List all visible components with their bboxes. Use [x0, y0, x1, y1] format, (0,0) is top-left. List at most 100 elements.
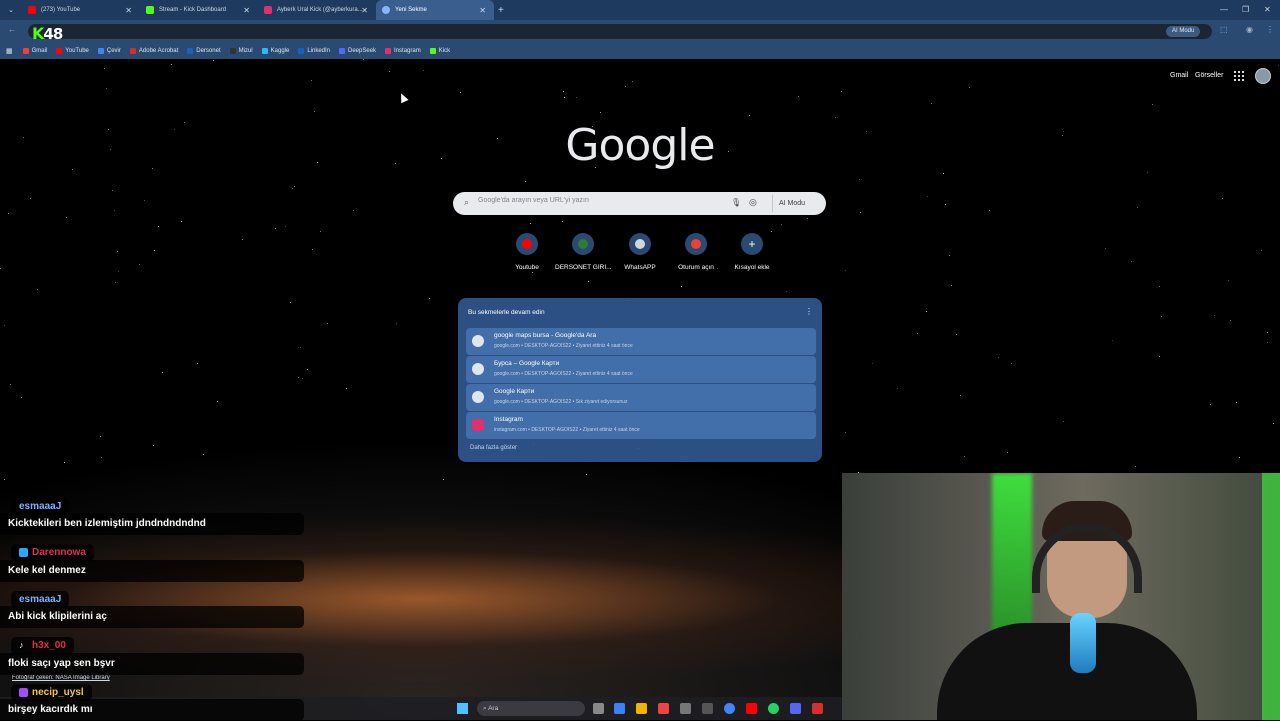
shortcut-whatsapp[interactable]: WhatsAPP [612, 233, 668, 271]
username-text: h3x_00 [32, 640, 66, 651]
bookmark-label: Dersonet [196, 47, 221, 54]
chat-message: Kele kel denmez [0, 560, 304, 582]
more-options-icon[interactable]: ⋮ [805, 307, 813, 316]
back-icon[interactable]: ← [8, 25, 16, 34]
address-bar[interactable] [28, 24, 1212, 39]
minimize-button[interactable]: — [1220, 5, 1228, 14]
green-light [1262, 473, 1280, 720]
bookmark-deepseek[interactable]: DeepSeek [339, 47, 376, 54]
windows-start-icon[interactable] [457, 703, 468, 714]
app-icon[interactable] [702, 703, 713, 714]
star [395, 163, 396, 164]
bookmark-youtube[interactable]: YouTube [56, 47, 89, 54]
window-close-button[interactable]: ✕ [1264, 5, 1271, 14]
extensions-icon[interactable]: ⬚ [1220, 25, 1228, 34]
shortcut-dersonet[interactable]: DERSONET GİRİ... [555, 233, 611, 271]
ai-mode-button[interactable]: AI Modu [772, 195, 811, 212]
bookmark-adobe-acrobat[interactable]: Adobe Acrobat [129, 47, 178, 54]
tab-search-icon[interactable]: ⌄ [0, 6, 22, 14]
images-link[interactable]: Görseller [1195, 72, 1223, 79]
tab-strip: ⌄ (273) YouTube ✕ Stream - Kick Dashboar… [0, 0, 1280, 20]
search-input[interactable]: Google'da arayın veya URL'yi yazın [478, 197, 718, 210]
chrome-icon[interactable] [724, 703, 735, 714]
close-icon[interactable]: ✕ [479, 6, 486, 15]
shortcut-label: Oturum açın [678, 264, 714, 271]
star [1273, 423, 1274, 424]
shortcut-label: Youtube [515, 264, 539, 271]
shortcut-label: Kısayol ekle [734, 264, 770, 271]
star [181, 221, 182, 222]
tab-new-tab[interactable]: Yeni Sekme ✕ [376, 0, 494, 20]
app-icon[interactable] [658, 703, 669, 714]
close-icon[interactable]: ✕ [361, 6, 368, 15]
resume-item-title: Instagram [494, 416, 523, 423]
bookmark-gmail[interactable]: Gmail [22, 47, 47, 54]
close-icon[interactable]: ✕ [125, 6, 132, 15]
card-title: Bu sekmelerle devam edin [468, 309, 545, 316]
star [10, 384, 11, 385]
task-view-icon[interactable] [593, 703, 604, 714]
bookmark-translate[interactable]: Çevir [97, 47, 121, 54]
close-icon[interactable]: ✕ [243, 6, 250, 15]
tab-youtube[interactable]: (273) YouTube ✕ [22, 0, 140, 20]
bookmark-instagram[interactable]: Instagram [385, 47, 421, 54]
star [184, 122, 185, 123]
bookmark-kick[interactable]: Kick [429, 47, 450, 54]
resume-item[interactable]: Бурса – Google Карти google.com • DESKTO… [466, 356, 816, 383]
tab-kick-dashboard[interactable]: Stream - Kick Dashboard ✕ [140, 0, 258, 20]
kick-logo-number: 48 [43, 25, 63, 43]
ai-mode-chip[interactable]: AI Modu [1166, 26, 1201, 37]
star [964, 456, 965, 457]
kick-logo-letter: K [32, 24, 44, 43]
star [931, 103, 932, 104]
subscriber-badge-icon [19, 548, 28, 557]
star [845, 432, 846, 433]
whatsapp-icon[interactable] [768, 703, 779, 714]
google-apps-icon[interactable] [1234, 71, 1244, 81]
bookmark-kaggle[interactable]: Kaggle [261, 47, 290, 54]
microphone-icon[interactable]: 🎙 [731, 198, 741, 207]
shortcut-sign-in[interactable]: Oturum açın [668, 233, 724, 271]
discord-icon[interactable] [790, 703, 801, 714]
star [158, 226, 159, 227]
photo-credit-link[interactable]: Fotoğraf çeken: NASA Image Library [12, 675, 110, 681]
star [728, 151, 729, 152]
star [1228, 280, 1229, 281]
taskbar-search[interactable]: ⌕ Ara [477, 701, 585, 716]
gift-badge-icon [19, 688, 28, 697]
store-icon[interactable] [680, 703, 691, 714]
menu-icon[interactable]: ⋮ [1266, 25, 1274, 34]
tab-title: Yeni Sekme [395, 7, 427, 13]
resume-item[interactable]: Google Карти google.com • DESKTOP-AGOIS2… [466, 384, 816, 411]
tab-instagram[interactable]: Ayberk Ural Kick (@ayberkura... ✕ [258, 0, 376, 20]
shortcut-add[interactable]: + Kısayol ekle [724, 233, 780, 271]
bookmark-dersonet[interactable]: Dersonet [187, 47, 221, 54]
resume-item-sub: google.com • DESKTOP-AGOIS22 • Ziyaret e… [494, 371, 633, 377]
kick-icon [429, 47, 436, 54]
new-tab-button[interactable]: + [498, 5, 504, 16]
maximize-button[interactable]: ❐ [1242, 5, 1249, 14]
resume-item[interactable]: Instagram instagram.com • DESKTOP-AGOIS2… [466, 412, 816, 439]
plus-icon: + [741, 233, 763, 255]
bookmark-label: Instagram [394, 47, 421, 54]
file-explorer-icon[interactable] [636, 703, 647, 714]
youtube-icon[interactable] [746, 703, 757, 714]
star [314, 111, 315, 112]
copilot-icon[interactable] [614, 703, 625, 714]
app-icon[interactable] [812, 703, 823, 714]
apps-shortcut-icon[interactable]: ▦ [6, 47, 13, 55]
account-avatar[interactable] [1255, 68, 1271, 84]
bookmark-mizul[interactable]: Mizul [229, 47, 253, 54]
resume-item[interactable]: google maps bursa - Google'da Ara google… [466, 328, 816, 355]
camera-lens-icon[interactable]: ◎ [749, 197, 757, 208]
gmail-link[interactable]: Gmail [1170, 72, 1188, 79]
bookmark-linkedin[interactable]: LinkedIn [298, 47, 330, 54]
profile-icon[interactable]: ◉ [1246, 25, 1253, 34]
star [1135, 466, 1136, 467]
star [115, 282, 116, 283]
star [945, 204, 946, 205]
bookmark-label: Kaggle [270, 47, 290, 54]
show-more-link[interactable]: Daha fazla göster [470, 445, 517, 451]
shortcut-youtube[interactable]: Youtube [499, 233, 555, 271]
acrobat-icon [129, 47, 136, 54]
